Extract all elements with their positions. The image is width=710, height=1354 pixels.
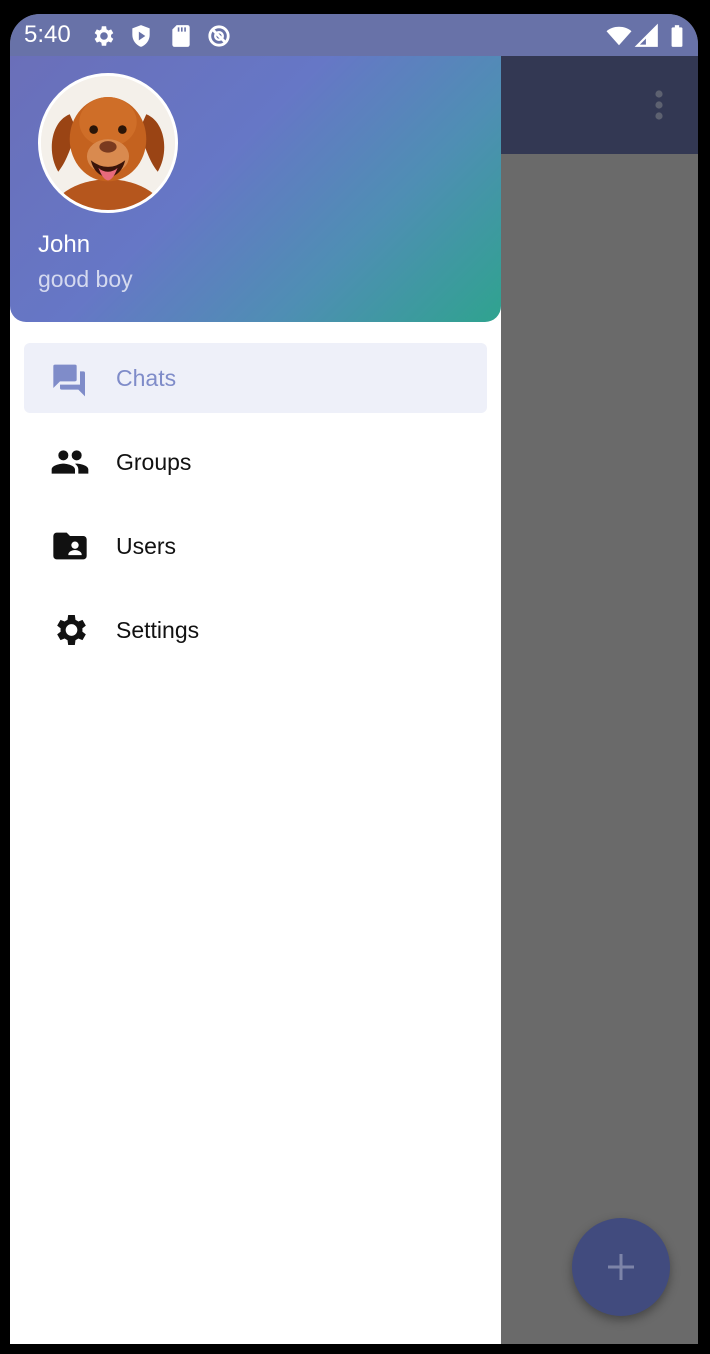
more-vert-icon: [655, 90, 663, 120]
navigation-drawer: John good boy Chats Groups Users Setting…: [10, 56, 501, 1344]
add-button[interactable]: [572, 1218, 670, 1316]
drawer-item-chats[interactable]: Chats: [24, 343, 487, 413]
drawer-item-users[interactable]: Users: [24, 511, 487, 581]
drawer-item-label: Groups: [116, 449, 192, 475]
drawer-header: John good boy: [10, 56, 501, 322]
status-time: 5:40: [24, 21, 71, 48]
data-saver-icon: [206, 23, 232, 49]
more-options-button[interactable]: [642, 84, 676, 126]
play-protect-icon: [128, 23, 154, 49]
drawer-item-label: Settings: [116, 617, 200, 643]
sd-card-icon: [168, 23, 194, 49]
user-name: John: [38, 231, 91, 258]
status-bar: 5:40: [10, 14, 698, 56]
users-folder-icon: [50, 526, 90, 566]
drawer-item-label: Users: [116, 533, 177, 559]
drawer-item-settings[interactable]: Settings: [24, 595, 487, 665]
groups-icon: [50, 442, 90, 482]
plus-icon: [608, 1254, 634, 1280]
settings-notification-icon: [90, 23, 116, 49]
device-screen: 5:40 John good boy Chats Groups Users Se…: [10, 14, 698, 1344]
gear-icon: [50, 610, 90, 650]
wifi-icon: [606, 23, 632, 49]
chats-icon: [50, 358, 90, 398]
user-status: good boy: [38, 266, 133, 292]
drawer-item-groups[interactable]: Groups: [24, 427, 487, 497]
battery-icon: [664, 23, 690, 49]
avatar[interactable]: [38, 73, 178, 213]
dog-avatar-image: [41, 76, 175, 210]
drawer-item-label: Chats: [116, 365, 177, 391]
cell-signal-icon: [634, 23, 660, 49]
